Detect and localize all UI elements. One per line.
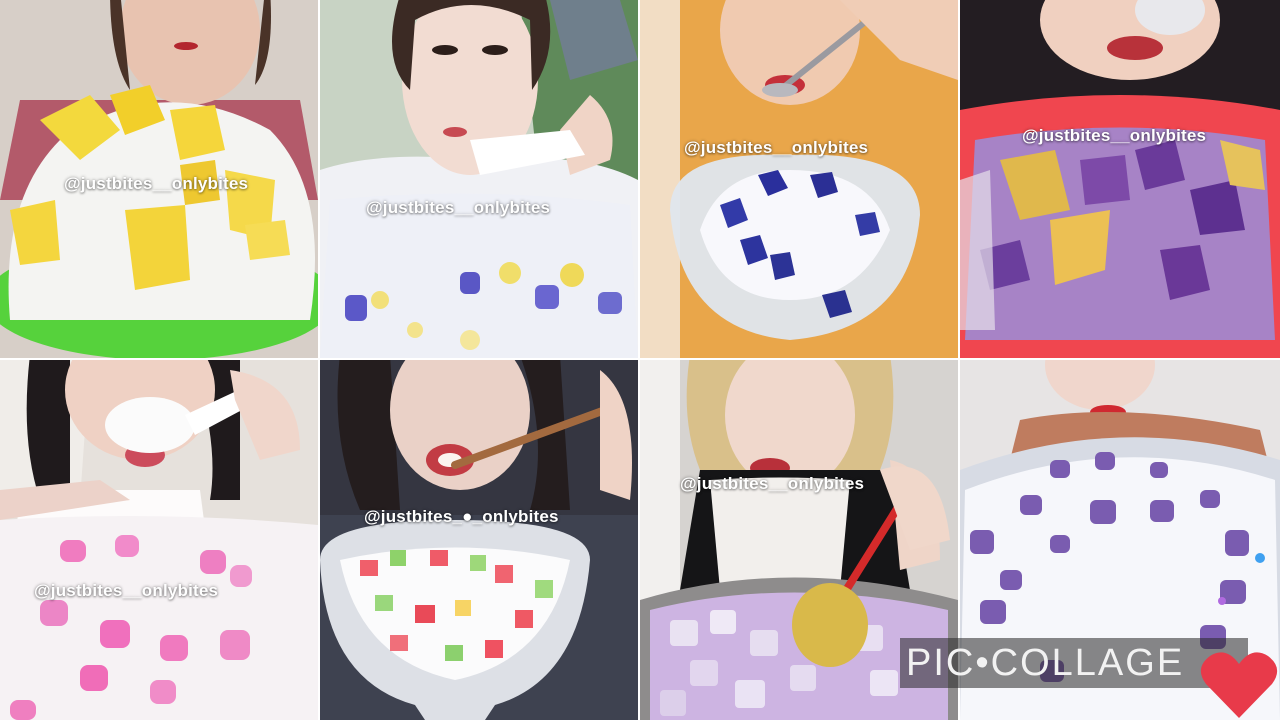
watermark-handle: @justbites__onlybites [1022,126,1207,145]
collage-tile-pink-jelly-box: @justbites__onlybites [0,360,318,720]
tile-illustration [960,0,1280,358]
pic-collage-logo: PIC•COLLAGE [900,638,1248,688]
tile-illustration [320,360,638,720]
watermark-handle: @justbites__onlybites [680,474,865,493]
collage-tile-blue-yellow-jelly-tray: @justbites__onlybites [320,0,638,358]
watermark-handle: @justbites_●_onlybites [364,507,559,526]
watermark-handle: @justbites__onlybites [684,138,869,157]
watermark-handle: @justbites__onlybites [34,581,219,600]
tile-illustration [640,0,958,358]
heart-icon [1200,652,1278,718]
watermark-handle: @justbites__onlybites [64,174,249,193]
tile-illustration [320,0,638,358]
collage-tile-red-green-jelly-bowl: @justbites_●_onlybites [320,360,638,720]
tile-illustration [0,360,318,720]
collage-tile-purple-ice-red-basin: @justbites__onlybites [960,0,1280,358]
collage-tile-blue-jelly-glass-bowl: @justbites__onlybites [640,0,958,358]
watermark-handle: @justbites__onlybites [366,198,551,217]
collage-tile-yellow-jelly-ice: @justbites__onlybites [0,0,318,358]
photo-collage: @justbites__onlybites @justbites__onlybi… [0,0,1280,720]
